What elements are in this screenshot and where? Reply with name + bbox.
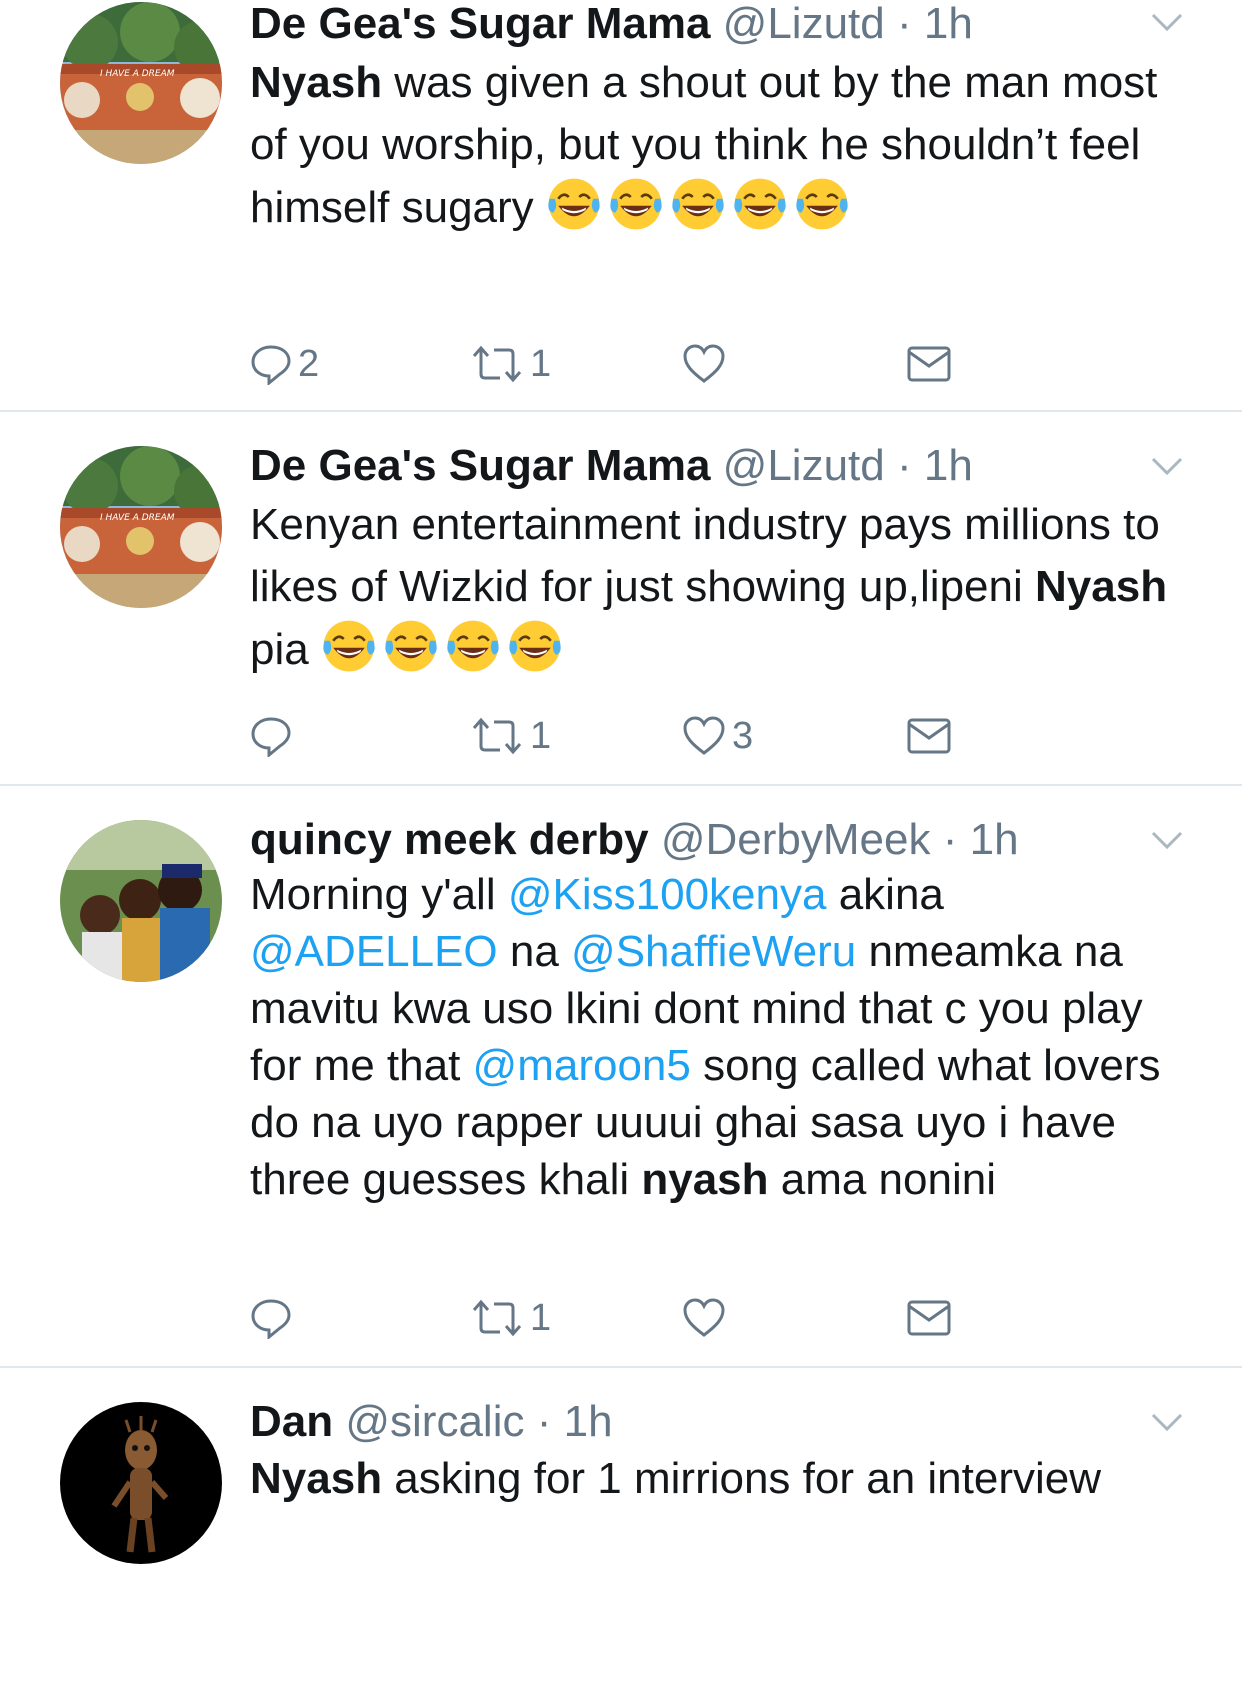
- action-bar: 1: [250, 1294, 1050, 1342]
- mention-link[interactable]: @ADELLEO: [250, 927, 498, 976]
- like-button[interactable]: [682, 1294, 732, 1342]
- separator: ·: [884, 441, 924, 490]
- timestamp[interactable]: 1h: [970, 815, 1019, 864]
- timeline: I HAVE A DREAM De Gea's Sugar Mama @Lizu…: [0, 0, 1242, 1704]
- action-bar: 1 3: [250, 712, 1050, 760]
- keyword-highlight: nyash: [641, 1155, 769, 1204]
- display-name[interactable]: De Gea's Sugar Mama: [250, 0, 710, 48]
- tweet-text-segment: Morning y'all: [250, 870, 508, 919]
- reply-button[interactable]: [250, 712, 298, 760]
- tweet-header: quincy meek derby @DerbyMeek · 1h: [250, 816, 1019, 864]
- heart-icon: [683, 716, 725, 755]
- separator: ·: [524, 1397, 564, 1446]
- tweet[interactable]: I HAVE A DREAM De Gea's Sugar Mama @Lizu…: [0, 0, 1242, 412]
- display-name[interactable]: Dan: [250, 1397, 333, 1446]
- avatar[interactable]: [60, 820, 222, 982]
- mention-link[interactable]: @maroon5: [473, 1041, 691, 1090]
- chevron-down-icon[interactable]: [1150, 1410, 1184, 1434]
- tears-of-joy-emoji-icon: [794, 176, 850, 232]
- mural-wall-avatar-image: I HAVE A DREAM: [60, 2, 222, 164]
- like-button[interactable]: 3: [682, 712, 753, 760]
- like-count: 3: [732, 714, 754, 757]
- handle[interactable]: @sircalic: [345, 1397, 524, 1446]
- display-name[interactable]: quincy meek derby: [250, 815, 649, 864]
- separator: ·: [930, 815, 970, 864]
- keyword-highlight: Nyash: [1035, 562, 1168, 611]
- display-name[interactable]: De Gea's Sugar Mama: [250, 441, 710, 490]
- tweet[interactable]: quincy meek derby @DerbyMeek · 1h Mornin…: [0, 786, 1242, 1368]
- retweet-count: 1: [530, 342, 552, 385]
- handle[interactable]: @Lizutd: [723, 441, 885, 490]
- tweet-text-segment: Kenyan entertainment industry pays milli…: [250, 500, 1160, 611]
- heart-icon: [683, 1298, 725, 1337]
- retweet-button[interactable]: 1: [470, 1294, 551, 1342]
- tweet-text: Morning y'all @Kiss100kenya akina @ADELL…: [250, 866, 1190, 1208]
- keyword-highlight: Nyash: [250, 1454, 383, 1503]
- tears-of-joy-emoji-icon: [507, 618, 563, 674]
- tweet-text-segment: akina: [826, 870, 944, 919]
- retweet-count: 1: [530, 714, 552, 757]
- envelope-icon: [907, 346, 951, 382]
- retweet-button[interactable]: 1: [470, 712, 551, 760]
- action-bar: 2 1: [250, 340, 1050, 388]
- avatar[interactable]: I HAVE A DREAM: [60, 446, 222, 608]
- handle[interactable]: @DerbyMeek: [661, 815, 931, 864]
- tweet[interactable]: Dan @sircalic · 1h Nyash asking for 1 mi…: [0, 1368, 1242, 1704]
- tweet-text: Kenyan entertainment industry pays milli…: [250, 494, 1190, 681]
- dm-button[interactable]: [906, 712, 952, 760]
- chevron-down-icon[interactable]: [1150, 10, 1184, 34]
- retweet-count: 1: [530, 1296, 552, 1339]
- avatar[interactable]: [60, 1402, 222, 1564]
- timestamp[interactable]: 1h: [564, 1397, 613, 1446]
- separator: ·: [884, 0, 924, 48]
- mention-link[interactable]: @Kiss100kenya: [508, 870, 827, 919]
- mural-wall-avatar-image: I HAVE A DREAM: [60, 446, 222, 608]
- heart-icon: [683, 344, 725, 383]
- mention-link[interactable]: @ShaffieWeru: [571, 927, 856, 976]
- chevron-down-icon[interactable]: [1150, 828, 1184, 852]
- tweet-header: De Gea's Sugar Mama @Lizutd · 1h: [250, 442, 973, 490]
- reply-icon: [251, 345, 291, 385]
- reply-icon: [251, 1299, 291, 1339]
- retweet-icon: [472, 717, 522, 755]
- tears-of-joy-emoji-icon: [732, 176, 788, 232]
- retweet-icon: [472, 1299, 522, 1337]
- tweet-text-segment: pia: [250, 625, 321, 674]
- handle[interactable]: @Lizutd: [723, 0, 885, 48]
- tweet-header: Dan @sircalic · 1h: [250, 1398, 613, 1446]
- keyword-highlight: Nyash: [250, 58, 383, 107]
- tears-of-joy-emoji-icon: [670, 176, 726, 232]
- svg-text:I HAVE A DREAM: I HAVE A DREAM: [100, 513, 175, 523]
- tweet-text-segment: ama nonini: [768, 1155, 996, 1204]
- tears-of-joy-emoji-icon: [445, 618, 501, 674]
- group-selfie-avatar-image: [60, 820, 222, 982]
- like-button[interactable]: [682, 340, 732, 388]
- envelope-icon: [907, 1300, 951, 1336]
- retweet-icon: [472, 345, 522, 383]
- reply-count: 2: [298, 342, 320, 385]
- svg-text:I HAVE A DREAM: I HAVE A DREAM: [100, 69, 175, 79]
- dm-button[interactable]: [906, 340, 952, 388]
- tears-of-joy-emoji-icon: [321, 618, 377, 674]
- dm-button[interactable]: [906, 1294, 952, 1342]
- tweet-text: Nyash was given a shout out by the man m…: [250, 52, 1190, 239]
- timestamp[interactable]: 1h: [924, 0, 973, 48]
- tears-of-joy-emoji-icon: [608, 176, 664, 232]
- chevron-down-icon[interactable]: [1150, 454, 1184, 478]
- timestamp[interactable]: 1h: [924, 441, 973, 490]
- groot-avatar-image: [60, 1402, 222, 1564]
- reply-button[interactable]: 2: [250, 340, 319, 388]
- reply-icon: [251, 717, 291, 757]
- tweet[interactable]: I HAVE A DREAM De Gea's Sugar Mama @Lizu…: [0, 412, 1242, 786]
- envelope-icon: [907, 718, 951, 754]
- tears-of-joy-emoji-icon: [546, 176, 602, 232]
- tweet-text: Nyash asking for 1 mirrions for an inter…: [250, 1450, 1190, 1508]
- tweet-text-segment: na: [497, 927, 572, 976]
- tweet-text-segment: asking for 1 mirrions for an interview: [382, 1454, 1102, 1503]
- reply-button[interactable]: [250, 1294, 298, 1342]
- tears-of-joy-emoji-icon: [383, 618, 439, 674]
- retweet-button[interactable]: 1: [470, 340, 551, 388]
- tweet-header: De Gea's Sugar Mama @Lizutd · 1h: [250, 0, 973, 48]
- avatar[interactable]: I HAVE A DREAM: [60, 2, 222, 164]
